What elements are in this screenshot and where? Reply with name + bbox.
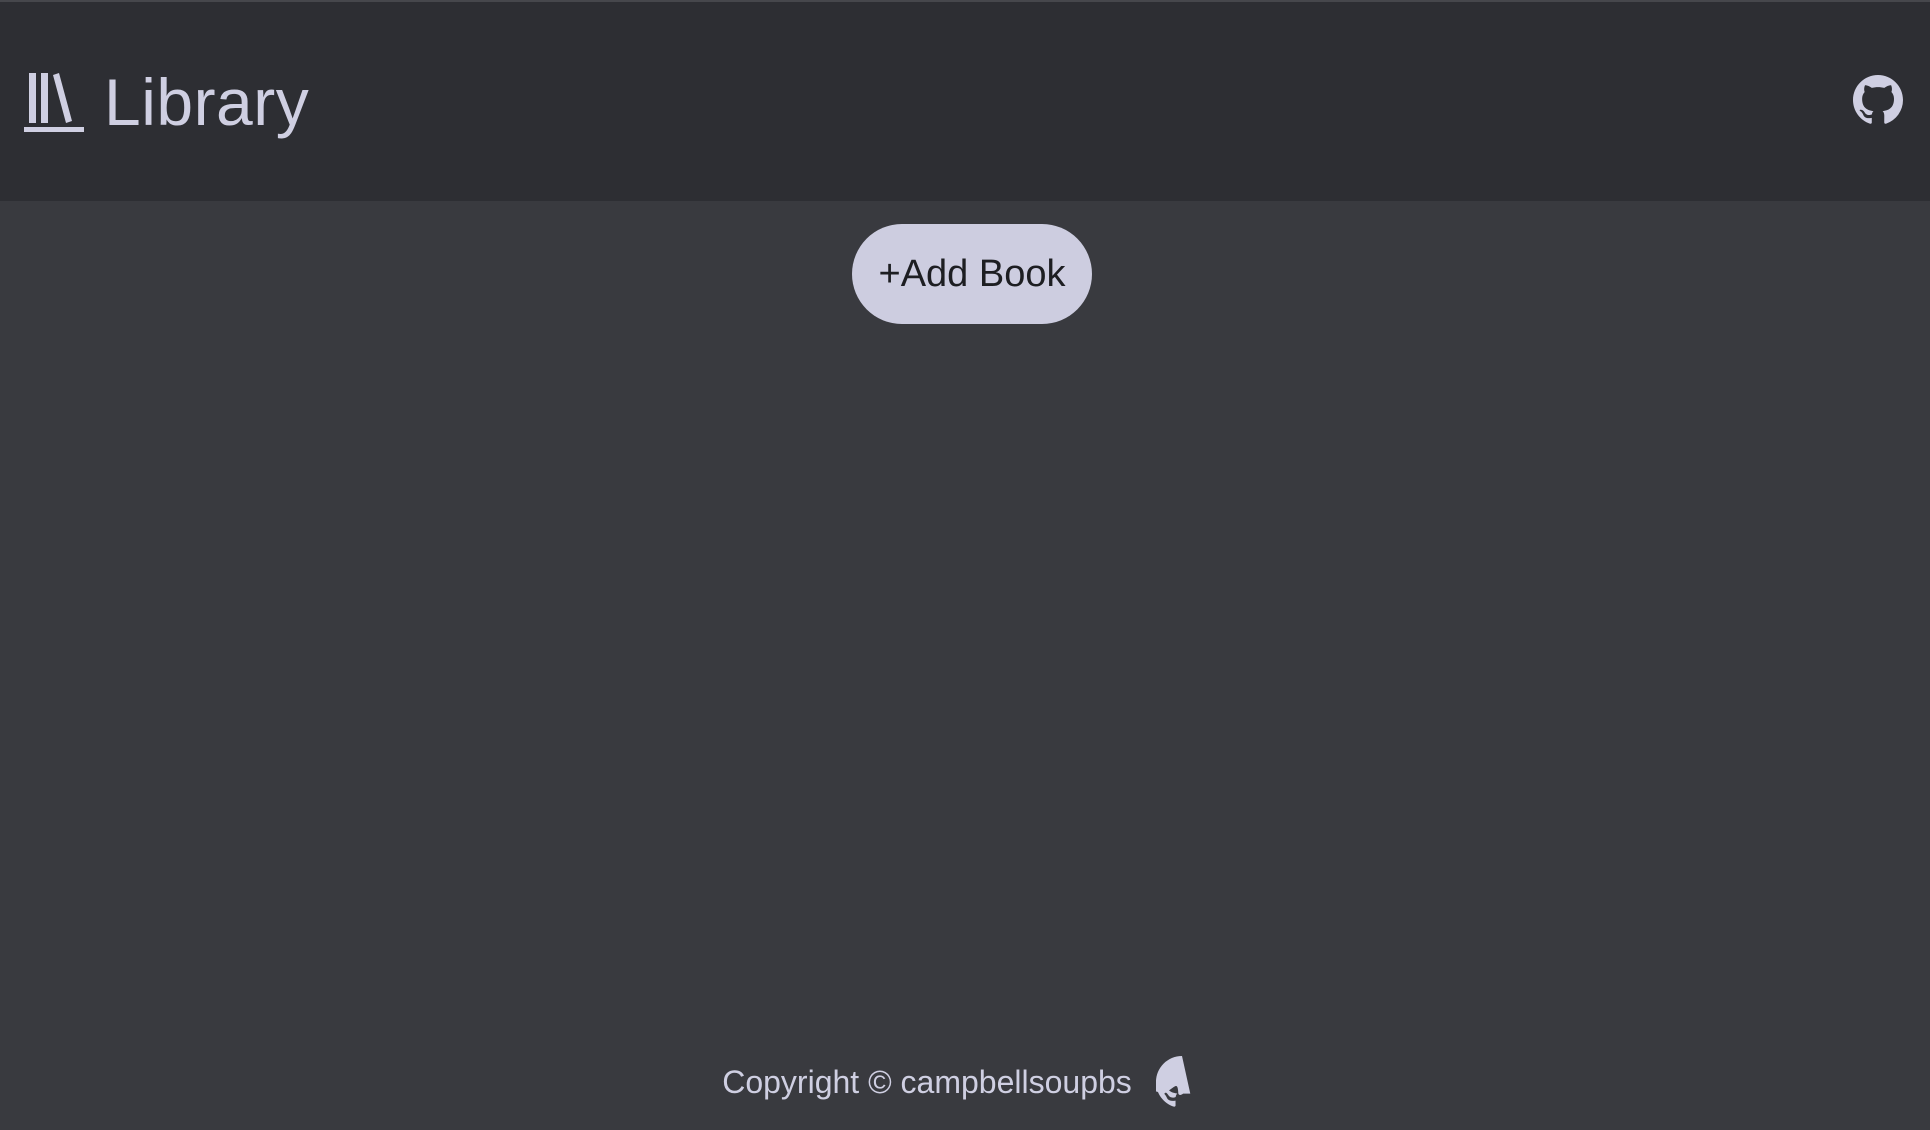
github-icon[interactable]: [1155, 1056, 1208, 1108]
copyright-text: Copyright © campbellsoupbs: [722, 1064, 1132, 1100]
add-book-button[interactable]: +Add Book: [852, 224, 1092, 324]
footer: Copyright © campbellsoupbs: [0, 1052, 1930, 1112]
header: Library: [0, 2, 1930, 201]
page-title: Library: [104, 65, 310, 139]
page: Library +Add Book Copyright © campbellso…: [0, 0, 1930, 1130]
books-icon: [24, 73, 84, 132]
brand: Library: [24, 62, 309, 142]
github-icon[interactable]: [1853, 75, 1903, 125]
